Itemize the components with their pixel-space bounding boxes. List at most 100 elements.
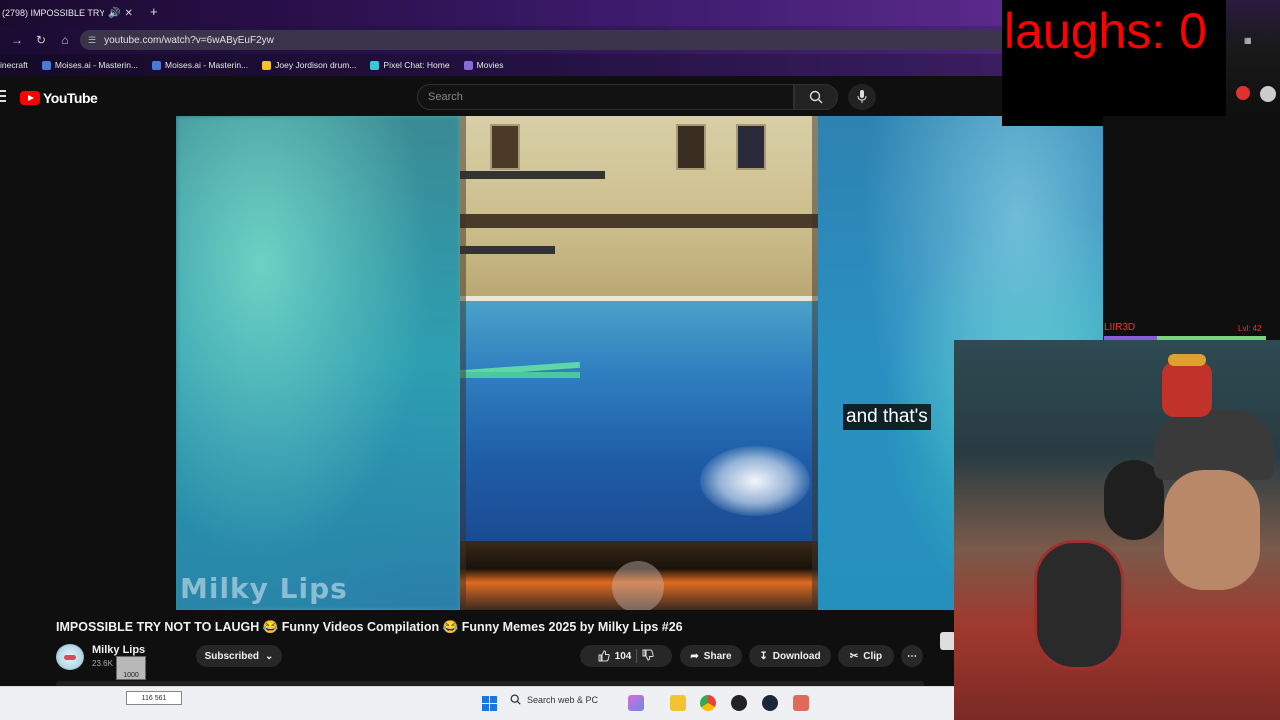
share-icon: ➦ — [690, 650, 699, 662]
tab-title: (2798) IMPOSSIBLE TRY NO — [2, 8, 104, 18]
overlay-username: LIIR3D — [1104, 322, 1136, 333]
file-explorer-icon[interactable] — [670, 695, 686, 711]
address-text: youtube.com/watch?v=6wAByEuF2yw — [104, 34, 274, 46]
more-actions-button[interactable]: ⋯ — [901, 645, 923, 667]
mascot-avatar — [1162, 354, 1212, 417]
like-button[interactable]: 104 — [598, 650, 632, 662]
subscribed-button[interactable]: Subscribed ⌄ — [196, 645, 282, 667]
scissors-icon: ✂ — [849, 650, 859, 662]
video-frame — [460, 116, 818, 610]
avatar[interactable] — [1260, 86, 1276, 102]
water-splash — [700, 446, 810, 516]
bookmark-label: Movies — [476, 60, 504, 70]
thumbs-down-icon — [642, 649, 655, 661]
banner-p — [676, 124, 706, 170]
extension-icon[interactable]: ▦ — [1244, 36, 1252, 45]
dive-platform-mid — [460, 246, 555, 254]
screen: (2798) IMPOSSIBLE TRY NO 🔊 ✕ + → ↻ ⌂ ☰ y… — [0, 0, 1280, 720]
share-label: Share — [703, 650, 732, 662]
video-blur-left — [176, 116, 460, 610]
browser-tab-bar: (2798) IMPOSSIBLE TRY NO 🔊 ✕ + — [0, 0, 1002, 26]
bookmark-icon — [370, 60, 380, 70]
chrome-icon[interactable] — [700, 695, 716, 711]
new-tab-icon[interactable]: + — [150, 4, 158, 19]
clip-label: Clip — [863, 650, 883, 662]
search-button[interactable] — [794, 84, 838, 110]
bookmark-item[interactable]: inecraft — [0, 60, 28, 70]
youtube-logo-text: YouTube — [43, 90, 98, 106]
bookmark-item[interactable]: Pixel Chat: Home — [370, 60, 450, 70]
share-button[interactable]: ➦ Share — [680, 645, 742, 667]
thumbs-up-icon — [598, 650, 610, 662]
bookmark-item[interactable]: Joey Jordison drum... — [262, 60, 356, 70]
browser-right-strip: ▦ — [1226, 0, 1280, 116]
video-title: IMPOSSIBLE TRY NOT TO LAUGH 😂 Funny Vide… — [56, 620, 683, 634]
bookmark-item[interactable]: Moises.ai - Masterin... — [152, 60, 248, 70]
channel-avatar[interactable] — [56, 644, 84, 670]
bookmark-label: Moises.ai - Masterin... — [165, 60, 249, 70]
laugh-counter-text: laughs: 0 — [1004, 3, 1207, 59]
diving-board-shadow — [460, 372, 580, 378]
chevron-down-icon: ⌄ — [265, 650, 274, 662]
overlay-level: Lvl: 42 — [1238, 324, 1262, 333]
bookmarks-bar: inecraft Moises.ai - Masterin... Moises.ai… — [0, 54, 1002, 76]
bookmark-label: inecraft — [0, 60, 28, 70]
bookmark-label: Pixel Chat: Home — [383, 60, 450, 70]
tray-counter: 1000 — [116, 656, 146, 680]
reload-icon[interactable]: ↻ — [34, 33, 48, 47]
windows-start-icon[interactable] — [482, 696, 497, 711]
speaker-icon[interactable]: 🔊 — [108, 8, 120, 19]
like-count: 104 — [614, 650, 632, 662]
clip-button[interactable]: ✂ Clip — [838, 645, 894, 667]
more-icon: ⋯ — [907, 650, 917, 662]
menu-icon[interactable] — [0, 90, 6, 102]
bookmark-item[interactable]: Movies — [463, 60, 504, 70]
browser-tab[interactable]: (2798) IMPOSSIBLE TRY NO 🔊 ✕ — [0, 2, 140, 24]
streamer-face — [1164, 470, 1260, 590]
bookmark-icon — [262, 60, 272, 70]
forward-icon[interactable]: → — [10, 33, 24, 47]
app-icon[interactable] — [731, 695, 747, 711]
copilot-icon[interactable] — [628, 695, 644, 711]
webcam-feed — [954, 340, 1280, 720]
bookmark-icon — [41, 60, 51, 70]
subscriber-count: 23.6K — [92, 659, 113, 668]
like-dislike-group: 104 — [580, 645, 672, 667]
bookmark-icon — [463, 60, 473, 70]
banner-w — [490, 124, 520, 170]
closed-caption: and that's — [843, 404, 931, 430]
browser-nav-bar: → ↻ ⌂ ☰ youtube.com/watch?v=6wAByEuF2yw — [0, 26, 1002, 54]
video-watermark: Milky Lips — [180, 572, 348, 605]
notification-icon[interactable] — [1236, 86, 1250, 100]
app-icon-red[interactable] — [793, 695, 809, 711]
channel-name[interactable]: Milky Lips — [92, 644, 145, 656]
like-divider — [636, 649, 638, 663]
site-info-icon[interactable]: ☰ — [88, 35, 96, 46]
youtube-logo[interactable]: YouTube — [20, 90, 98, 106]
bookmark-label: Joey Jordison drum... — [275, 60, 357, 70]
download-icon: ↧ — [759, 650, 768, 662]
voice-search-button[interactable] — [848, 84, 876, 110]
subscribed-label: Subscribed — [204, 650, 260, 662]
home-icon[interactable]: ⌂ — [58, 33, 72, 47]
search-input[interactable]: Search — [417, 84, 794, 110]
taskbar-search-label: Search web & PC — [527, 694, 599, 705]
download-button[interactable]: ↧ Download — [749, 645, 831, 667]
address-bar[interactable]: ☰ youtube.com/watch?v=6wAByEuF2yw — [80, 30, 1002, 50]
youtube-play-icon — [20, 91, 40, 105]
windows-taskbar: 116 561 Search web & PC — [0, 686, 954, 720]
taskbar-search[interactable]: Search web & PC — [510, 694, 598, 705]
steam-icon[interactable] — [762, 695, 778, 711]
wall-stripe — [460, 214, 818, 228]
video-edge-right — [812, 116, 818, 610]
bookmark-item[interactable]: Moises.ai - Masterin... — [41, 60, 138, 70]
video-edge-left — [460, 116, 466, 610]
search-icon — [809, 90, 823, 104]
close-icon[interactable]: ✕ — [124, 8, 132, 19]
play-button[interactable] — [612, 561, 664, 610]
search-icon — [510, 694, 521, 705]
tray-widget[interactable]: 116 561 — [126, 691, 182, 705]
search-placeholder: Search — [428, 91, 463, 103]
dive-platform-top — [460, 171, 605, 179]
dislike-button[interactable] — [642, 649, 655, 664]
